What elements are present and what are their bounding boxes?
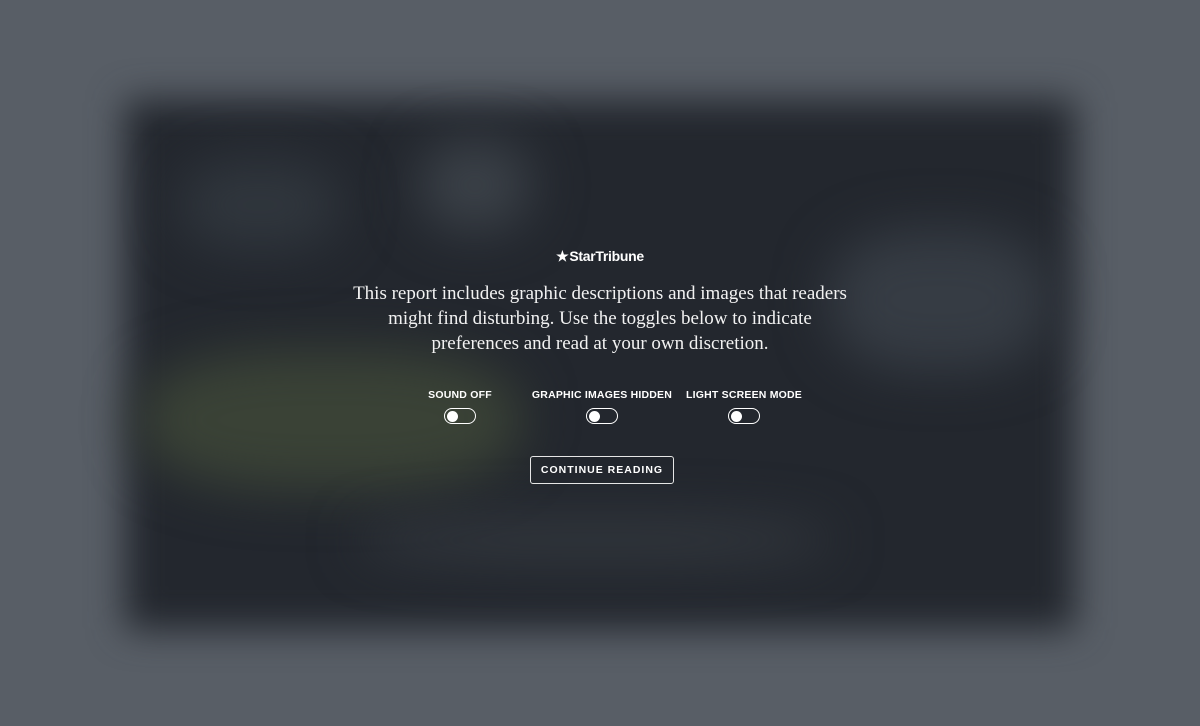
star-icon: ★ <box>556 248 569 264</box>
toggle-knob <box>447 410 458 422</box>
sound-toggle[interactable] <box>444 408 476 424</box>
graphic-images-toggle[interactable] <box>586 408 618 424</box>
toggle-knob <box>589 410 600 422</box>
toggle-knob <box>731 410 742 422</box>
brand-name: StarTribune <box>569 248 644 264</box>
light-screen-toggle[interactable] <box>728 408 760 424</box>
startribune-logo: ★StarTribune <box>0 248 1200 265</box>
continue-reading-button[interactable]: CONTINUE READING <box>530 456 674 484</box>
toggle-label-light-screen: LIGHT SCREEN MODE <box>686 389 802 401</box>
content-warning-text: This report includes graphic description… <box>353 283 847 354</box>
toggle-group-light-screen: LIGHT SCREEN MODE <box>654 388 834 429</box>
content-warning-overlay: ★StarTribune This report includes graphi… <box>0 0 1200 726</box>
